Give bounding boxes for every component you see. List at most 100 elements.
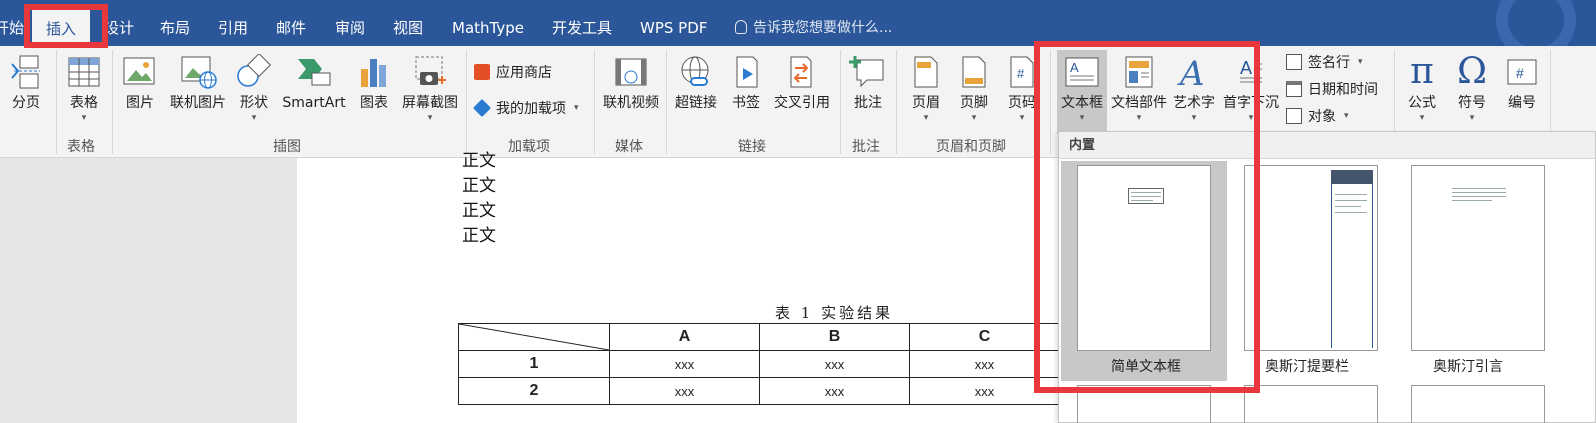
chevron-down-icon: ▾ xyxy=(427,113,433,123)
thumbnail xyxy=(1244,165,1378,351)
hyperlink-icon xyxy=(681,56,709,86)
annotation-highlight-insert-tab xyxy=(24,4,108,48)
equation-button[interactable]: π 公式 ▾ xyxy=(1400,50,1444,124)
symbol-button[interactable]: Ω 符号 ▾ xyxy=(1450,50,1494,124)
hyperlink-button[interactable]: 超链接 xyxy=(672,50,720,112)
chart-icon xyxy=(361,59,386,87)
tab-references[interactable]: 引用 xyxy=(218,14,248,42)
table-icon xyxy=(68,57,100,87)
body-paragraph[interactable]: 正文 xyxy=(462,221,496,246)
chevron-down-icon: ▾ xyxy=(81,113,87,123)
smartart-icon xyxy=(298,59,331,86)
table-row: 1 xxx xxx xxx xyxy=(458,350,1060,378)
pi-icon: π xyxy=(1410,51,1434,92)
column-header[interactable]: A xyxy=(609,323,760,351)
group-label-header-footer: 页眉和页脚 xyxy=(936,139,1006,155)
video-icon xyxy=(615,58,647,86)
online-video-button[interactable]: 联机视频 xyxy=(600,50,662,112)
object-icon xyxy=(1286,108,1302,124)
object-button[interactable]: 对象 ▾ xyxy=(1286,106,1349,126)
number-button[interactable]: # 编号 xyxy=(1500,50,1544,112)
online-picture-button[interactable]: 联机图片 xyxy=(166,50,230,112)
page-number-icon: # xyxy=(1010,56,1034,88)
body-paragraph[interactable]: 正文 xyxy=(462,196,496,221)
gallery-item-partial[interactable] xyxy=(1244,385,1378,423)
shapes-icon xyxy=(237,54,272,87)
table-row: 2 xxx xxx xxx xyxy=(458,377,1060,405)
tab-design[interactable]: 设计 xyxy=(104,14,134,42)
gallery-item-austin-quote[interactable]: 奥斯汀引言 xyxy=(1405,161,1571,381)
comment-icon xyxy=(849,56,884,88)
results-table[interactable]: A B C 1 xxx xxx xxx 2 xxx xxx xxx xyxy=(458,323,1060,405)
header-button[interactable]: 页眉 ▾ xyxy=(904,50,948,124)
my-addins-button[interactable]: 我的加载项 ▾ xyxy=(472,98,579,118)
signature-line-button[interactable]: 签名行 ▾ xyxy=(1286,52,1363,72)
screenshot-icon xyxy=(415,56,446,85)
chevron-down-icon: ▾ xyxy=(1344,111,1349,121)
cross-reference-button[interactable]: 交叉引用 xyxy=(770,50,834,112)
online-picture-icon xyxy=(181,56,217,89)
table-header-row: A B C xyxy=(458,323,1060,351)
ribbon-tab-bar: 开始 插入 设计 布局 引用 邮件 审阅 视图 MathType 开发工具 WP… xyxy=(0,0,1596,60)
group-label-links: 链接 xyxy=(738,139,766,155)
tab-view[interactable]: 视图 xyxy=(393,14,423,42)
row-header[interactable]: 1 xyxy=(458,350,610,378)
smartart-button[interactable]: SmartArt xyxy=(278,50,350,112)
cross-reference-icon xyxy=(790,56,812,88)
bookmark-button[interactable]: 书签 xyxy=(726,50,766,112)
signature-icon xyxy=(1286,54,1302,70)
table-cell[interactable]: xxx xyxy=(759,350,910,378)
store-button[interactable]: 应用商店 xyxy=(474,62,552,82)
table-cell[interactable]: xxx xyxy=(609,377,760,405)
chevron-down-icon: ▾ xyxy=(574,103,579,113)
row-header[interactable]: 2 xyxy=(458,377,610,405)
tell-me-box[interactable]: 告诉我您想要做什么... xyxy=(735,14,892,42)
chevron-down-icon: ▾ xyxy=(1358,57,1363,67)
header-icon xyxy=(914,56,938,88)
footer-icon xyxy=(962,56,986,88)
group-label-addins: 加载项 xyxy=(508,139,550,155)
chevron-down-icon: ▾ xyxy=(923,113,929,123)
bookmark-icon xyxy=(736,56,758,88)
chevron-down-icon: ▾ xyxy=(1419,113,1425,123)
group-label-comments: 批注 xyxy=(852,139,880,155)
gallery-item-label: 奥斯汀引言 xyxy=(1433,359,1503,375)
thumbnail xyxy=(1411,165,1545,351)
page-break-icon xyxy=(11,55,40,89)
number-icon: # xyxy=(1507,59,1537,85)
tab-developer[interactable]: 开发工具 xyxy=(552,14,612,42)
table-cell[interactable]: xxx xyxy=(759,377,910,405)
table-cell[interactable]: xxx xyxy=(609,350,760,378)
chart-button[interactable]: 图表 xyxy=(354,50,394,112)
group-label-media: 媒体 xyxy=(615,139,643,155)
chevron-down-icon: ▾ xyxy=(971,113,977,123)
tell-me-text: 告诉我您想要做什么... xyxy=(753,20,893,36)
tab-mathtype[interactable]: MathType xyxy=(452,14,524,42)
table-button[interactable]: 表格 ▾ xyxy=(62,50,106,124)
shapes-button[interactable]: 形状 ▾ xyxy=(234,50,274,124)
group-label-illustrations: 插图 xyxy=(273,139,301,155)
svg-text:#: # xyxy=(1516,65,1524,81)
diagonal-header-cell[interactable] xyxy=(458,323,610,351)
store-icon xyxy=(474,64,490,80)
tab-wps-pdf[interactable]: WPS PDF xyxy=(640,14,707,42)
tab-mailings[interactable]: 邮件 xyxy=(276,14,306,42)
tab-review[interactable]: 审阅 xyxy=(335,14,365,42)
page-break-button[interactable]: 分页 xyxy=(4,50,48,112)
footer-button[interactable]: 页脚 ▾ xyxy=(952,50,996,124)
body-paragraph[interactable]: 正文 xyxy=(462,171,496,196)
tab-layout[interactable]: 布局 xyxy=(160,14,190,42)
screenshot-button[interactable]: 屏幕截图 ▾ xyxy=(398,50,462,124)
comment-button[interactable]: 批注 xyxy=(846,50,890,112)
body-paragraph[interactable]: 正文 xyxy=(462,146,496,171)
lightbulb-icon xyxy=(735,20,747,34)
gallery-item-austin-sidebar[interactable]: 奥斯汀提要栏 xyxy=(1237,161,1403,381)
table-caption[interactable]: 表 1 实验结果 xyxy=(775,302,893,323)
picture-button[interactable]: 图片 xyxy=(120,50,160,112)
column-header[interactable]: B xyxy=(759,323,910,351)
omega-icon: Ω xyxy=(1457,51,1487,92)
gallery-item-label: 奥斯汀提要栏 xyxy=(1265,359,1349,375)
gallery-item-partial[interactable] xyxy=(1411,385,1545,423)
date-time-button[interactable]: 日期和时间 xyxy=(1286,79,1378,99)
tab-home[interactable]: 开始 xyxy=(0,14,24,42)
